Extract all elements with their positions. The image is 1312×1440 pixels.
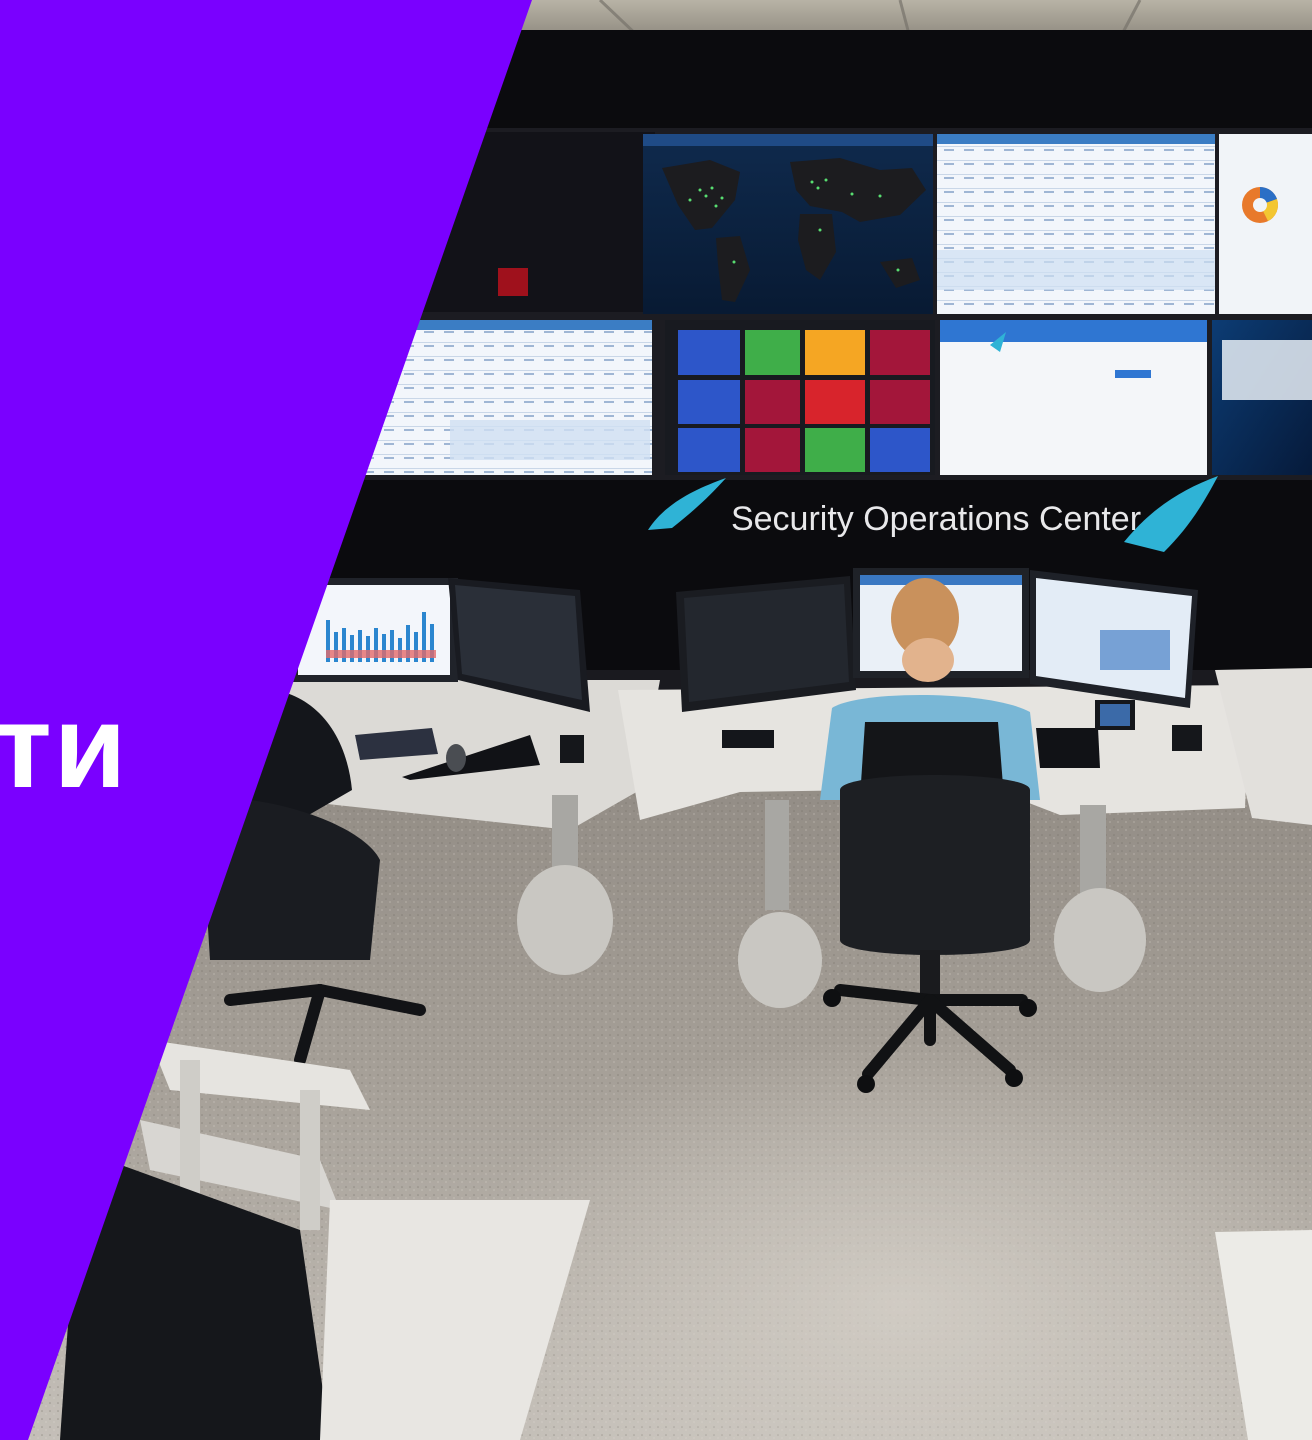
soc-room-photo: Security Operations Center <box>0 0 1312 1440</box>
wall-sign-text: Security Operations Center <box>731 500 1141 538</box>
hero-banner: Security Operations Center ти <box>0 0 1312 1440</box>
hero-heading: ти <box>0 681 129 813</box>
